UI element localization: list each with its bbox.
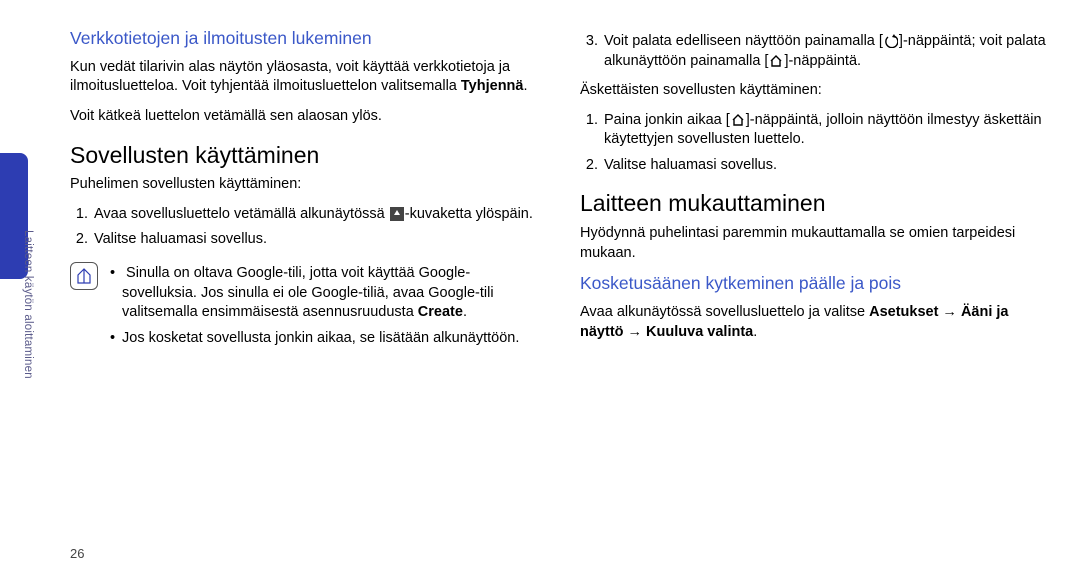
side-label: Laitteen käytön aloittaminen — [22, 230, 34, 379]
home-icon — [769, 54, 783, 68]
note-list: Sinulla on oltava Google-tili, jotta voi… — [108, 264, 540, 354]
list-item: Paina jonkin aikaa []-näppäintä, jolloin… — [602, 111, 1050, 150]
text: Avaa alkunäytössä sovellusluettelo ja va… — [580, 304, 869, 320]
list-item: Valitse haluamasi sovellus. — [92, 230, 540, 250]
list-item: Avaa sovellusluettelo vetämällä alkunäyt… — [92, 205, 540, 225]
list-recent-apps: Paina jonkin aikaa []-näppäintä, jolloin… — [580, 111, 1050, 176]
paragraph-using-phone-apps: Puhelimen sovellusten käyttäminen: — [70, 175, 540, 195]
bold-tyhjenna: Tyhjennä — [461, 78, 524, 94]
paragraph-hide-list: Voit kätkeä luettelon vetämällä sen alao… — [70, 107, 540, 127]
paragraph-touch-sound-path: Avaa alkunäytössä sovellusluettelo ja va… — [580, 303, 1050, 342]
list-return-screens: Voit palata edelliseen näyttöön painamal… — [580, 32, 1050, 71]
bold-create: Create — [418, 304, 463, 320]
text: Paina jonkin aikaa [ — [604, 112, 730, 128]
paragraph-recent-apps: Äskettäisten sovellusten käyttäminen: — [580, 81, 1050, 101]
page-content: Verkkotietojen ja ilmoitusten lukeminen … — [70, 28, 1050, 557]
list-item: Jos kosketat sovellusta jonkin aikaa, se… — [122, 329, 540, 349]
list-item: Valitse haluamasi sovellus. — [602, 156, 1050, 176]
heading-touch-sound: Kosketusäänen kytkeminen päälle ja pois — [580, 273, 1050, 295]
paragraph-customize-intro: Hyödynnä puhelintasi paremmin mukauttama… — [580, 224, 1050, 263]
column-right: Voit palata edelliseen näyttöön painamal… — [580, 28, 1050, 557]
list-item: Sinulla on oltava Google-tili, jotta voi… — [122, 264, 540, 323]
heading-using-apps: Sovellusten käyttäminen — [70, 141, 540, 170]
list-item: Voit palata edelliseen näyttöön painamal… — [602, 32, 1050, 71]
note-icon — [70, 262, 98, 290]
home-icon — [731, 113, 745, 127]
paragraph-notif-info: Kun vedät tilarivin alas näytön yläosast… — [70, 58, 540, 97]
note-block: Sinulla on oltava Google-tili, jotta voi… — [70, 260, 540, 358]
text: Voit palata edelliseen näyttöön painamal… — [604, 33, 883, 49]
text: . — [523, 78, 527, 94]
page-number: 26 — [70, 546, 84, 561]
text: Kun vedät tilarivin alas näytön yläosast… — [70, 59, 510, 95]
column-left: Verkkotietojen ja ilmoitusten lukeminen … — [70, 28, 540, 557]
heading-network-notifications: Verkkotietojen ja ilmoitusten lukeminen — [70, 28, 540, 50]
heading-customize-device: Laitteen mukauttaminen — [580, 189, 1050, 218]
apps-icon — [390, 207, 404, 221]
text: . — [753, 324, 757, 340]
list-open-apps: Avaa sovellusluettelo vetämällä alkunäyt… — [70, 205, 540, 250]
text: . — [463, 304, 467, 320]
text: ]-näppäintä. — [784, 53, 861, 69]
text: Avaa sovellusluettelo vetämällä alkunäyt… — [94, 206, 389, 222]
text: -kuvaketta ylöspäin. — [405, 206, 533, 222]
back-icon — [884, 34, 898, 48]
